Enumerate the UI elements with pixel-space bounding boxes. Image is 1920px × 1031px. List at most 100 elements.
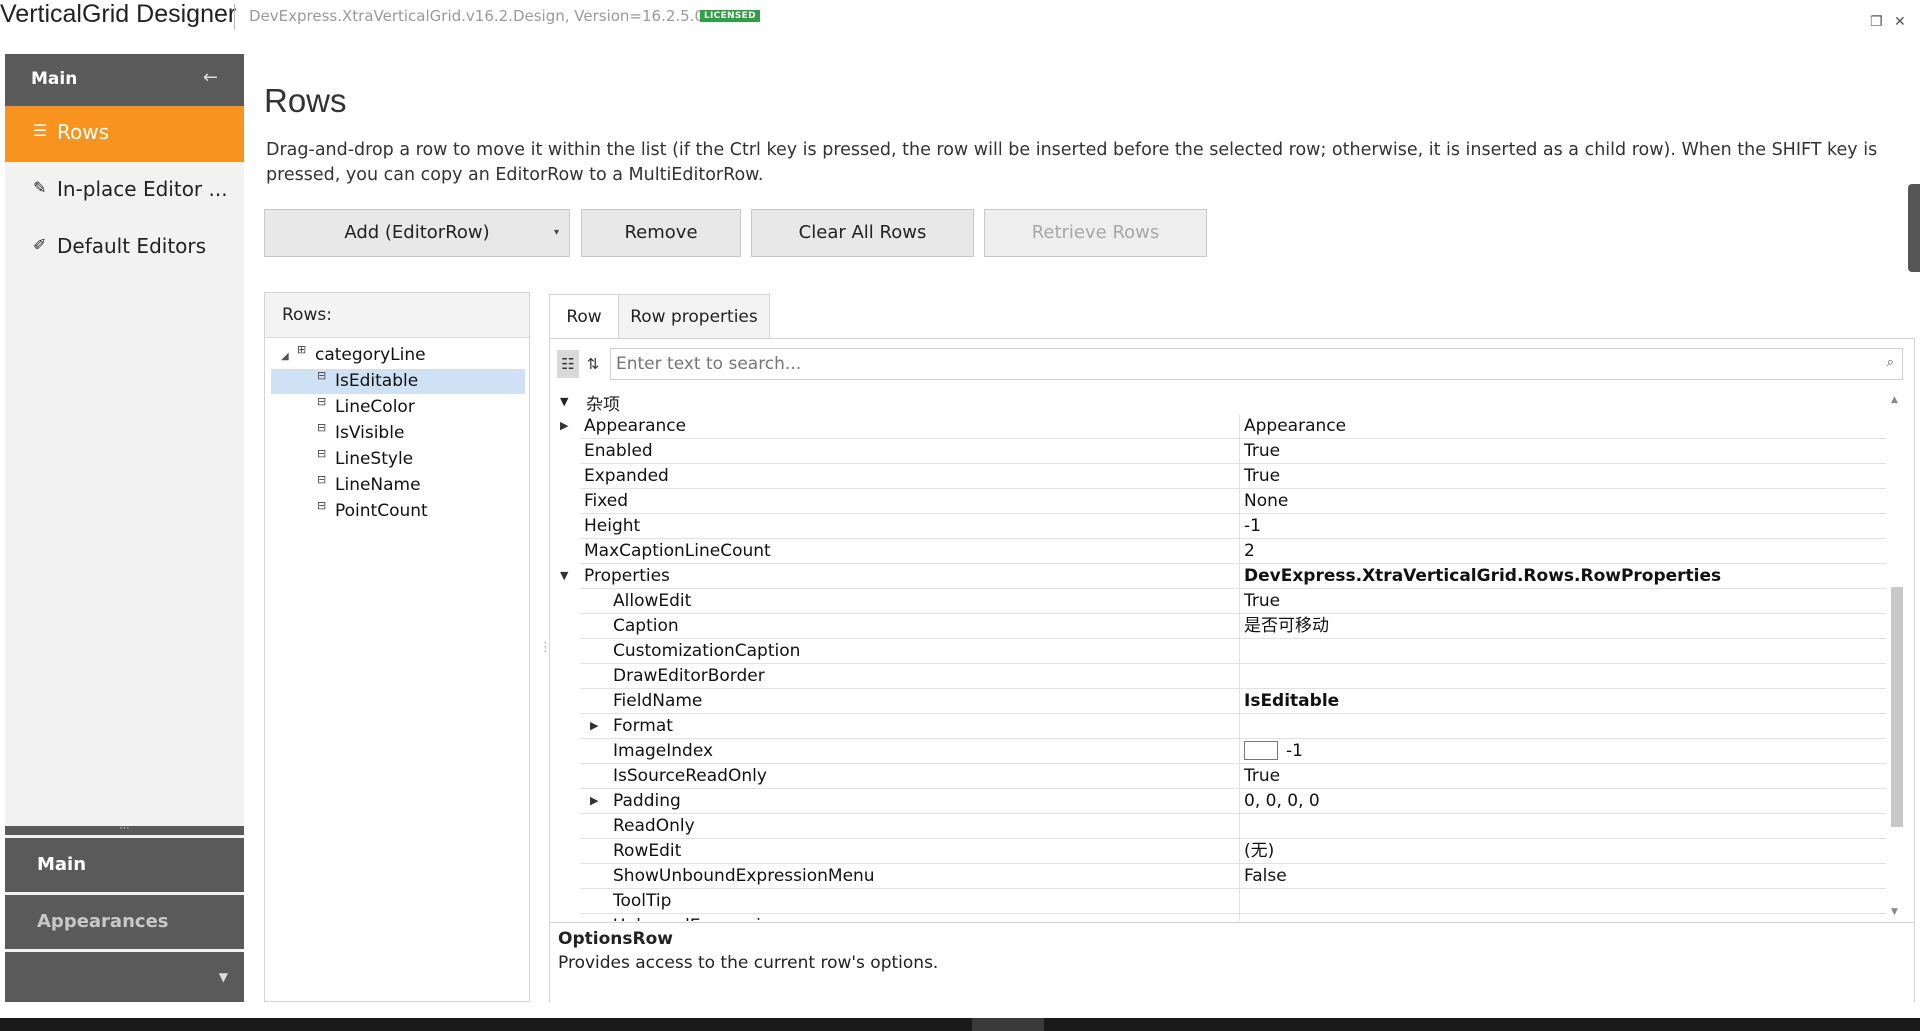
property-value[interactable]: True — [1240, 764, 1886, 789]
tree-node-label: LineColor — [335, 397, 415, 417]
tree-node-row[interactable]: ⊟ LineStyle — [317, 447, 413, 473]
property-value[interactable]: True — [1240, 464, 1886, 489]
property-row[interactable]: RowEdit (无) — [555, 839, 1886, 864]
property-row[interactable]: ToolTip — [555, 889, 1886, 914]
restore-icon[interactable]: ❐ — [1870, 14, 1883, 30]
nav-item-inplace-editor[interactable]: ✎ In-place Editor ... — [5, 163, 244, 219]
scroll-down-icon[interactable]: ▼ — [1891, 907, 1898, 917]
property-value[interactable]: None — [1240, 489, 1886, 514]
property-name: CustomizationCaption — [580, 639, 1240, 664]
property-value[interactable]: True — [1240, 589, 1886, 614]
property-name: AllowEdit — [580, 589, 1240, 614]
tree-node-category[interactable]: ⊞ categoryLine — [297, 343, 426, 369]
scroll-up-icon[interactable]: ▲ — [1891, 395, 1898, 405]
property-row[interactable]: Caption 是否可移动 — [555, 614, 1886, 639]
scrollbar-thumb[interactable] — [1891, 587, 1903, 827]
property-value-label: None — [1244, 491, 1289, 511]
property-row[interactable]: Fixed None — [555, 489, 1886, 514]
property-row[interactable]: ▶ Format — [555, 714, 1886, 739]
edit-icon: ✎ — [33, 178, 47, 197]
property-row[interactable]: DrawEditorBorder — [555, 664, 1886, 689]
alphabetical-sort-icon[interactable]: ⇅ — [582, 350, 604, 378]
property-value[interactable] — [1240, 714, 1886, 739]
property-row[interactable]: CustomizationCaption — [555, 639, 1886, 664]
property-value[interactable]: False — [1240, 864, 1886, 889]
collapse-arrow-icon[interactable]: ← — [203, 67, 218, 88]
nav-group-appearances[interactable]: Appearances — [5, 895, 244, 949]
property-name-label: Expanded — [584, 466, 669, 486]
property-name-label: MaxCaptionLineCount — [584, 541, 771, 561]
category-row[interactable]: ▼ 杂项 — [555, 389, 1886, 415]
property-row[interactable]: ▶ Padding 0, 0, 0, 0 — [555, 789, 1886, 814]
property-value[interactable]: IsEditable — [1240, 689, 1886, 714]
tab-row[interactable]: Row — [549, 294, 619, 339]
expand-arrow-icon[interactable]: ▶ — [560, 414, 568, 438]
property-row[interactable]: UnboundExpression — [555, 914, 1886, 921]
tab-row-properties[interactable]: Row properties — [618, 294, 770, 339]
property-value[interactable] — [1240, 664, 1886, 689]
property-value[interactable]: DevExpress.XtraVerticalGrid.Rows.RowProp… — [1240, 564, 1886, 589]
property-search-box[interactable]: ⌕ — [610, 348, 1903, 380]
property-row[interactable]: MaxCaptionLineCount 2 — [555, 539, 1886, 564]
property-row[interactable]: Height -1 — [555, 514, 1886, 539]
clear-all-rows-button[interactable]: Clear All Rows — [751, 209, 974, 257]
dropdown-caret-icon[interactable]: ▾ — [554, 210, 559, 256]
nav-overflow[interactable]: ▼ — [5, 952, 244, 1002]
property-value[interactable] — [1240, 889, 1886, 914]
tree-node-row[interactable]: ⊟ IsEditable — [317, 369, 418, 395]
tree-node-row[interactable]: ⊟ LineName — [317, 473, 421, 499]
property-name-label: ImageIndex — [613, 741, 714, 761]
retrieve-rows-button[interactable]: Retrieve Rows — [984, 209, 1207, 257]
property-row[interactable]: ▼ Properties DevExpress.XtraVerticalGrid.R… — [555, 564, 1886, 589]
property-value[interactable]: -1 — [1240, 514, 1886, 539]
editor-row-icon: ⊟ — [317, 499, 327, 512]
nav-group-main[interactable]: Main — [5, 838, 244, 892]
property-value[interactable]: 2 — [1240, 539, 1886, 564]
categorized-view-icon[interactable]: ☷ — [557, 350, 579, 378]
property-value[interactable]: Appearance — [1240, 414, 1886, 439]
taskbar-segment — [972, 1018, 1044, 1031]
collapse-arrow-icon[interactable]: ▼ — [560, 395, 568, 408]
property-name-label: Fixed — [584, 491, 629, 511]
nav-item-default-editors[interactable]: ✐ Default Editors — [5, 220, 244, 276]
property-name: ImageIndex — [580, 739, 1240, 764]
property-name: Format — [580, 714, 1240, 739]
property-row[interactable]: ▶ Appearance Appearance — [555, 414, 1886, 439]
page-description: Drag-and-drop a row to move it within th… — [266, 140, 1878, 185]
search-input[interactable] — [614, 349, 1858, 379]
property-value[interactable] — [1240, 639, 1886, 664]
property-row[interactable]: ImageIndex -1 — [555, 739, 1886, 764]
property-value[interactable]: -1 — [1240, 739, 1886, 764]
grid-scrollbar[interactable]: ▲ ▼ — [1888, 389, 1906, 921]
property-value[interactable]: 0, 0, 0, 0 — [1240, 789, 1886, 814]
property-row[interactable]: FieldName IsEditable — [555, 689, 1886, 714]
nav-item-label: Rows — [57, 120, 110, 144]
nav-splitter[interactable]: ⋯ — [5, 824, 244, 835]
property-row[interactable]: Enabled True — [555, 439, 1886, 464]
property-value[interactable]: 是否可移动 — [1240, 614, 1886, 639]
remove-button[interactable]: Remove — [581, 209, 741, 257]
collapse-arrow-icon[interactable]: ▼ — [560, 564, 568, 588]
property-value[interactable]: True — [1240, 439, 1886, 464]
chevron-down-icon[interactable]: ▼ — [219, 970, 228, 984]
side-handle[interactable] — [1908, 184, 1920, 272]
property-value[interactable] — [1240, 914, 1886, 921]
property-row[interactable]: Expanded True — [555, 464, 1886, 489]
property-value[interactable] — [1240, 814, 1886, 839]
property-row[interactable]: AllowEdit True — [555, 589, 1886, 614]
tree-collapse-icon[interactable]: ◢ — [281, 351, 289, 362]
property-row[interactable]: ShowUnboundExpressionMenu False — [555, 864, 1886, 889]
add-row-button[interactable]: Add (EditorRow) ▾ — [264, 209, 570, 257]
search-icon[interactable]: ⌕ — [1887, 355, 1894, 370]
property-name-label: CustomizationCaption — [613, 641, 801, 661]
tree-node-row[interactable]: ⊟ PointCount — [317, 499, 428, 525]
tree-node-row[interactable]: ⊟ LineColor — [317, 395, 415, 421]
close-icon[interactable]: ✕ — [1894, 14, 1906, 30]
property-name-label: DrawEditorBorder — [613, 666, 765, 686]
tree-node-row[interactable]: ⊟ IsVisible — [317, 421, 404, 447]
property-value[interactable]: (无) — [1240, 839, 1886, 864]
nav-item-rows[interactable]: ☰ Rows — [5, 106, 244, 162]
property-name: FieldName — [580, 689, 1240, 714]
property-row[interactable]: ReadOnly — [555, 814, 1886, 839]
property-row[interactable]: IsSourceReadOnly True — [555, 764, 1886, 789]
